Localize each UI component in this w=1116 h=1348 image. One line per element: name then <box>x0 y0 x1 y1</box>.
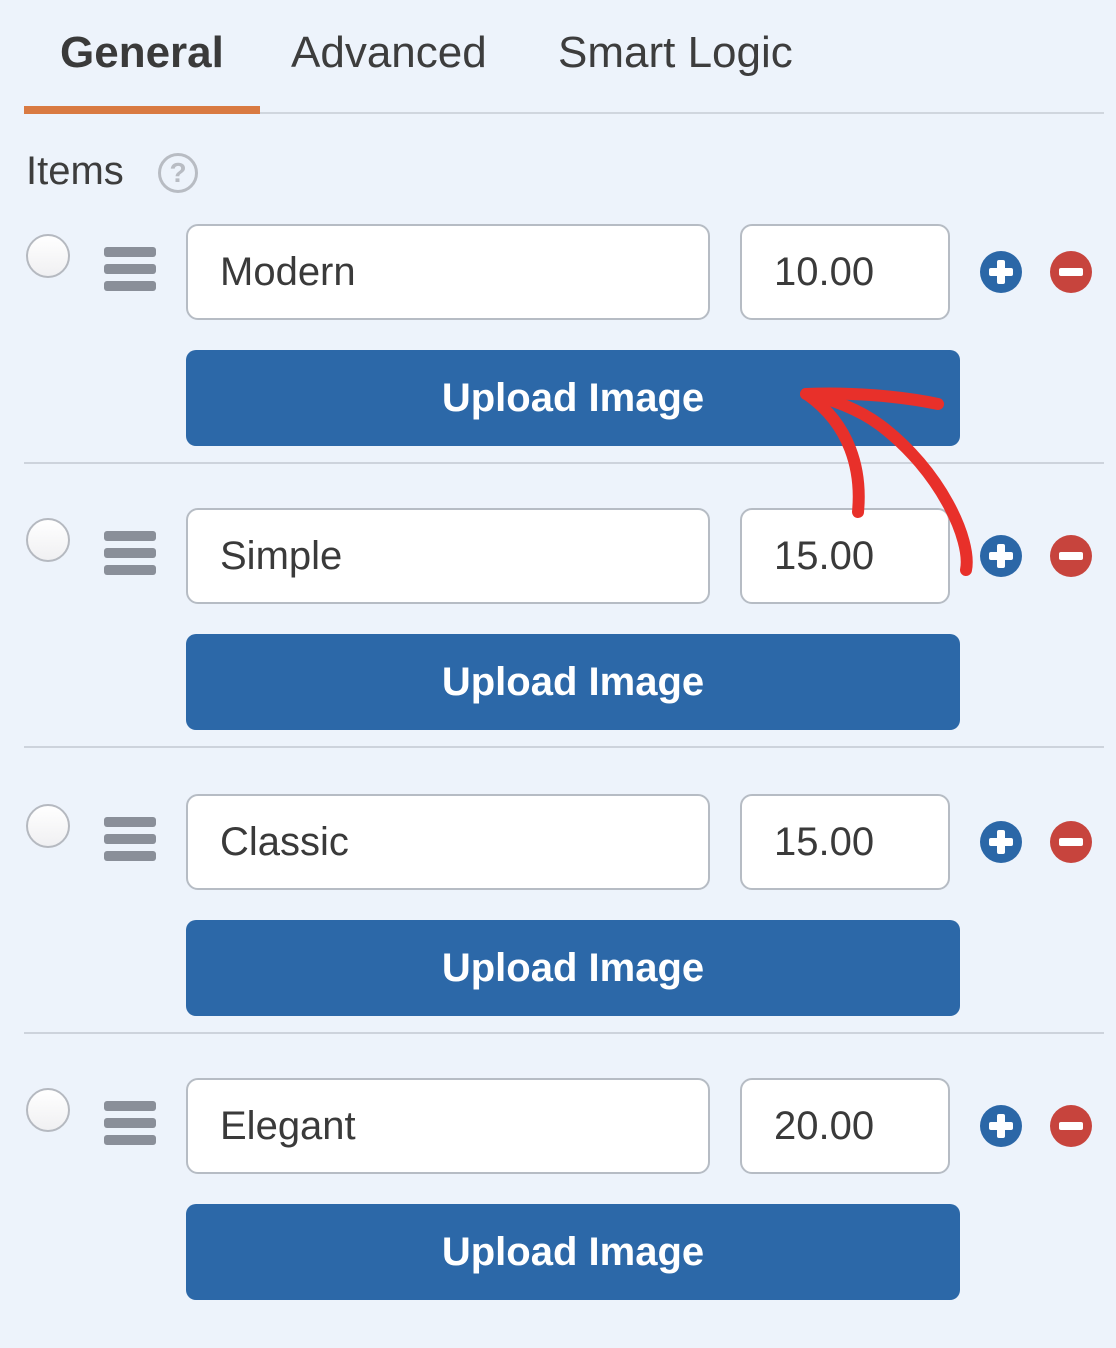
upload-image-button[interactable]: Upload Image <box>186 634 960 730</box>
item-name-input[interactable] <box>186 508 710 604</box>
drag-handle-icon[interactable] <box>104 247 156 291</box>
item-default-radio[interactable] <box>26 234 70 278</box>
item-name-input[interactable] <box>186 794 710 890</box>
plus-circle-icon[interactable] <box>980 251 1022 293</box>
upload-image-button[interactable]: Upload Image <box>186 1204 960 1300</box>
item-default-radio[interactable] <box>26 804 70 848</box>
item-row: Upload Image <box>0 210 1116 494</box>
item-price-input[interactable] <box>740 1078 950 1174</box>
item-price-input[interactable] <box>740 794 950 890</box>
plus-circle-icon[interactable] <box>980 821 1022 863</box>
drag-handle-icon[interactable] <box>104 817 156 861</box>
item-default-radio[interactable] <box>26 1088 70 1132</box>
tab-bar: General Advanced Smart Logic <box>24 0 1104 114</box>
items-section-label: Items <box>26 149 124 193</box>
minus-circle-icon[interactable] <box>1050 251 1092 293</box>
item-price-input[interactable] <box>740 224 950 320</box>
plus-circle-icon[interactable] <box>980 1105 1022 1147</box>
item-price-input[interactable] <box>740 508 950 604</box>
item-name-input[interactable] <box>186 1078 710 1174</box>
item-divider <box>24 746 1104 748</box>
minus-circle-icon[interactable] <box>1050 821 1092 863</box>
tab-general[interactable]: General <box>60 26 224 80</box>
minus-circle-icon[interactable] <box>1050 535 1092 577</box>
plus-circle-icon[interactable] <box>980 535 1022 577</box>
drag-handle-icon[interactable] <box>104 531 156 575</box>
upload-image-button[interactable]: Upload Image <box>186 920 960 1016</box>
item-divider <box>24 462 1104 464</box>
item-row: Upload Image <box>0 494 1116 778</box>
item-row: Upload Image <box>0 1064 1116 1348</box>
tab-advanced[interactable]: Advanced <box>291 26 487 80</box>
item-row: Upload Image <box>0 780 1116 1064</box>
tab-smart-logic[interactable]: Smart Logic <box>558 26 793 80</box>
item-name-input[interactable] <box>186 224 710 320</box>
item-divider <box>24 1032 1104 1034</box>
active-tab-indicator <box>24 106 260 114</box>
question-circle-icon[interactable]: ? <box>158 153 198 193</box>
upload-image-button[interactable]: Upload Image <box>186 350 960 446</box>
drag-handle-icon[interactable] <box>104 1101 156 1145</box>
item-default-radio[interactable] <box>26 518 70 562</box>
minus-circle-icon[interactable] <box>1050 1105 1092 1147</box>
